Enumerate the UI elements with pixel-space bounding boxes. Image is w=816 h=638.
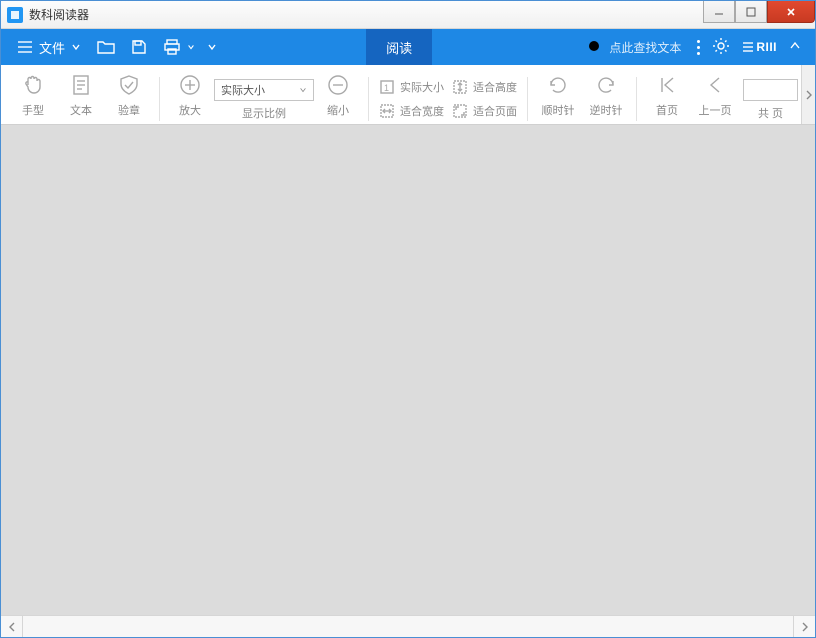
zoom-out-icon xyxy=(326,73,350,97)
chevron-right-icon xyxy=(805,89,813,101)
prev-page-button[interactable]: 上一页 xyxy=(691,71,739,118)
list-icon xyxy=(742,41,754,53)
more-menu[interactable] xyxy=(203,29,221,65)
prev-page-icon xyxy=(703,73,727,97)
text-tool-button[interactable]: 文本 xyxy=(57,71,105,118)
window-controls xyxy=(703,1,815,28)
svg-text:1: 1 xyxy=(384,83,389,93)
first-page-icon xyxy=(655,73,679,97)
page-total-label: 共 页 xyxy=(758,105,783,121)
titlebar: 数科阅读器 xyxy=(1,1,815,29)
separator xyxy=(527,77,528,121)
document-viewport[interactable] xyxy=(1,125,815,615)
rotate-ccw-button[interactable]: 逆时针 xyxy=(582,71,630,118)
chevron-down-icon xyxy=(71,42,81,52)
fit-page-icon xyxy=(452,103,468,119)
shield-icon xyxy=(117,73,141,97)
search-placeholder: 点此查找文本 xyxy=(609,39,681,56)
fit-height-button[interactable]: 适合高度 xyxy=(452,77,517,97)
app-window: 数科阅读器 文件 xyxy=(0,0,816,638)
hand-tool-button[interactable]: 手型 xyxy=(9,71,57,118)
document-icon xyxy=(69,73,93,97)
file-menu[interactable]: 文件 xyxy=(9,29,89,65)
status-next-button[interactable] xyxy=(793,616,815,637)
zoom-out-button[interactable]: 缩小 xyxy=(314,71,362,118)
menu-icon xyxy=(17,40,33,54)
open-button[interactable] xyxy=(89,29,123,65)
separator xyxy=(636,77,637,121)
settings-button[interactable] xyxy=(712,37,730,58)
chevron-left-icon xyxy=(8,622,16,632)
print-button[interactable] xyxy=(155,29,203,65)
actual-size-icon: 1 xyxy=(379,79,395,95)
zoom-level-select[interactable]: 实际大小 xyxy=(214,79,314,101)
rotate-cw-button[interactable]: 顺时针 xyxy=(534,71,582,118)
save-icon xyxy=(131,39,147,55)
toolbar-scroll-right[interactable] xyxy=(801,65,815,124)
tab-read[interactable]: 阅读 xyxy=(366,29,432,65)
folder-icon xyxy=(97,39,115,55)
fit-page-button[interactable]: 适合页面 xyxy=(452,101,517,121)
app-title: 数科阅读器 xyxy=(29,6,703,23)
dropdown-icon xyxy=(299,86,307,94)
hand-icon xyxy=(21,73,45,97)
maximize-button[interactable] xyxy=(735,1,767,23)
minimize-button[interactable] xyxy=(703,1,735,23)
separator xyxy=(368,77,369,121)
status-prev-button[interactable] xyxy=(1,616,23,637)
print-icon xyxy=(163,39,181,55)
save-button[interactable] xyxy=(123,29,155,65)
close-button[interactable] xyxy=(767,1,815,23)
gear-icon xyxy=(712,37,730,55)
separator xyxy=(159,77,160,121)
zoom-label: 显示比例 xyxy=(242,105,286,121)
chevron-right-icon xyxy=(801,622,809,632)
fit-width-button[interactable]: 适合宽度 xyxy=(379,101,444,121)
fit-width-icon xyxy=(379,103,395,119)
app-icon xyxy=(7,7,23,23)
first-page-button[interactable]: 首页 xyxy=(643,71,691,118)
rotate-ccw-icon xyxy=(594,73,618,97)
zoom-in-icon xyxy=(178,73,202,97)
verify-seal-button[interactable]: 验章 xyxy=(105,71,153,118)
fit-height-icon xyxy=(452,79,468,95)
toolbar: 手型 文本 验章 放大 实际大小 显示比例 xyxy=(1,65,815,125)
erm-button[interactable]: RIII xyxy=(742,40,777,54)
chevron-down-icon xyxy=(187,43,195,51)
file-menu-label: 文件 xyxy=(39,38,65,57)
chevron-up-icon xyxy=(789,40,801,52)
tab-read-label: 阅读 xyxy=(386,38,412,57)
menubar: 文件 阅读 点此查找文本 xyxy=(1,29,815,65)
chevron-down-icon xyxy=(207,42,217,52)
collapse-ribbon-button[interactable] xyxy=(789,40,801,55)
search-icon xyxy=(587,39,603,55)
statusbar xyxy=(1,615,815,637)
fit-actual-button[interactable]: 1 实际大小 xyxy=(379,77,444,97)
rotate-cw-icon xyxy=(546,73,570,97)
page-number-input[interactable] xyxy=(743,79,798,101)
search-input[interactable]: 点此查找文本 xyxy=(577,39,691,56)
more-options[interactable] xyxy=(691,40,706,55)
zoom-in-button[interactable]: 放大 xyxy=(166,71,214,118)
